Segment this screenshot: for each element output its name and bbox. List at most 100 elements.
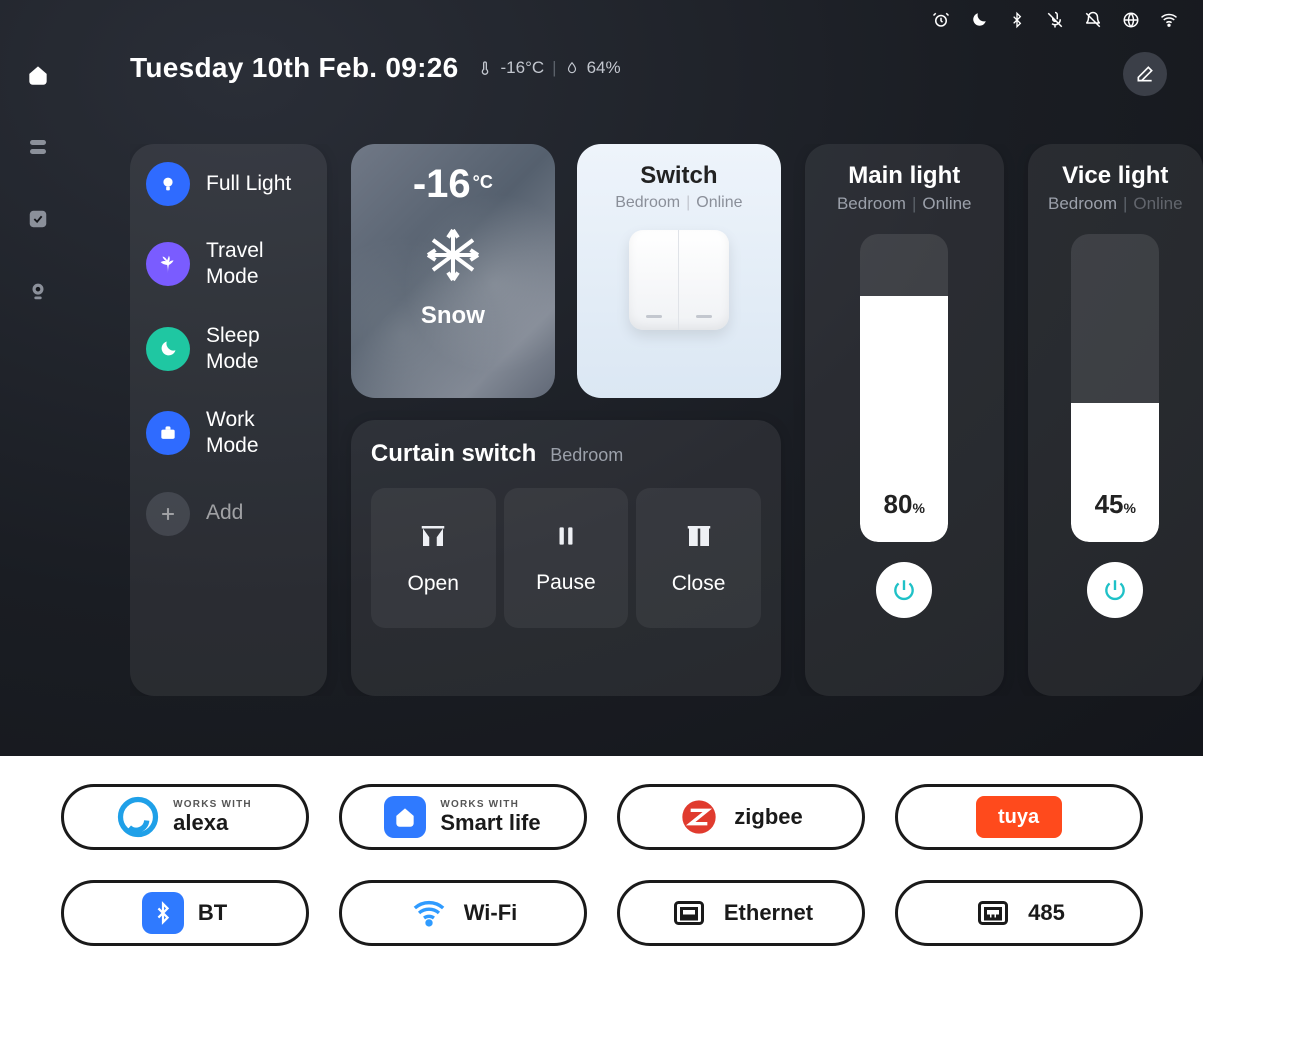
- curtain-open-button[interactable]: Open: [371, 488, 496, 628]
- curtain-open-icon: [416, 521, 450, 556]
- wifi-icon: [1159, 10, 1179, 30]
- scene-label: Work Mode: [206, 407, 311, 460]
- top-tiles: -16°C Snow Switch Bedroom|Online: [351, 144, 781, 398]
- curtain-open-label: Open: [408, 572, 459, 596]
- badge-label: zigbee: [734, 804, 802, 830]
- smartlife-icon: [384, 796, 426, 838]
- moon-icon: [969, 10, 989, 30]
- datetime-label: Tuesday 10th Feb. 09:26: [130, 52, 459, 84]
- badge-alexa: WORKS WITHalexa: [61, 784, 309, 850]
- tuya-icon: tuya: [976, 796, 1062, 838]
- temperature-label: -16°C: [501, 58, 545, 78]
- humidity-label: 64%: [587, 58, 621, 78]
- bell-off-icon: [1083, 10, 1103, 30]
- switch-subtitle: Bedroom|Online: [615, 194, 742, 212]
- scene-label: Add: [206, 500, 243, 526]
- badge-label: Ethernet: [724, 900, 813, 926]
- main-light-card: Main light Bedroom|Online 80%: [805, 144, 1004, 696]
- vice-light-card: Vice light Bedroom|Online 45%: [1028, 144, 1203, 696]
- badge-label: 485: [1028, 900, 1065, 926]
- badge-label: BT: [198, 900, 227, 926]
- light-subtitle: Bedroom|Online: [837, 194, 972, 214]
- middle-column: -16°C Snow Switch Bedroom|Online Curtain…: [351, 144, 781, 696]
- status-bar: [931, 10, 1179, 30]
- badge-label: Wi-Fi: [464, 900, 518, 926]
- curtain-pause-button[interactable]: Pause: [504, 488, 629, 628]
- edit-button[interactable]: [1123, 52, 1167, 96]
- light-subtitle: Bedroom|Online: [1048, 194, 1183, 214]
- zigbee-icon: [678, 796, 720, 838]
- curtain-pause-label: Pause: [536, 571, 596, 595]
- badge-ethernet: Ethernet: [617, 880, 865, 946]
- switch-card[interactable]: Switch Bedroom|Online: [577, 144, 781, 398]
- pencil-icon: [1135, 64, 1155, 84]
- badge-bt: BT: [61, 880, 309, 946]
- scene-work-mode[interactable]: Work Mode: [146, 407, 311, 460]
- power-icon: [1102, 577, 1128, 603]
- badge-tuya: tuya: [895, 784, 1143, 850]
- alexa-icon: [117, 796, 159, 838]
- scene-add[interactable]: Add: [146, 492, 311, 536]
- bluetooth-icon: [1007, 10, 1027, 30]
- weather-temp: -16°C: [413, 162, 493, 207]
- curtain-close-button[interactable]: Close: [636, 488, 761, 628]
- port485-icon: [972, 892, 1014, 934]
- scene-label: Travel Mode: [206, 238, 311, 291]
- nav-checklist[interactable]: [23, 204, 53, 234]
- curtain-close-icon: [683, 521, 715, 556]
- badge-row-2: BT Wi-Fi Ethernet 485: [30, 880, 1173, 946]
- curtain-card: Curtain switch Bedroom Open Pause Close: [351, 420, 781, 696]
- curtain-close-label: Close: [672, 572, 726, 596]
- brightness-fill: [1071, 403, 1159, 542]
- moon-icon: [146, 327, 190, 371]
- compatibility-badges: WORKS WITHalexa WORKS WITHSmart life zig…: [0, 756, 1203, 976]
- scene-sleep-mode[interactable]: Sleep Mode: [146, 323, 311, 376]
- curtain-room: Bedroom: [550, 445, 623, 466]
- switch-device-image: [629, 230, 729, 330]
- badge-485: 485: [895, 880, 1143, 946]
- brightness-percent: 80%: [860, 489, 948, 520]
- snowflake-icon: [423, 225, 483, 290]
- separator: |: [552, 58, 556, 78]
- scene-travel-mode[interactable]: Travel Mode: [146, 238, 311, 291]
- mic-off-icon: [1045, 10, 1065, 30]
- pause-icon: [553, 522, 579, 555]
- brightness-slider-vice[interactable]: 45%: [1071, 234, 1159, 542]
- side-nav: [20, 60, 56, 306]
- scene-full-light[interactable]: Full Light: [146, 162, 311, 206]
- power-button-main[interactable]: [876, 562, 932, 618]
- power-button-vice[interactable]: [1087, 562, 1143, 618]
- badge-zigbee: zigbee: [617, 784, 865, 850]
- brightness-slider-main[interactable]: 80%: [860, 234, 948, 542]
- alarm-icon: [931, 10, 951, 30]
- badge-wifi: Wi-Fi: [339, 880, 587, 946]
- badge-row-1: WORKS WITHalexa WORKS WITHSmart life zig…: [30, 784, 1173, 850]
- droplet-icon: [565, 60, 579, 76]
- ethernet-icon: [668, 892, 710, 934]
- plus-icon: [146, 492, 190, 536]
- weather-inline: -16°C | 64%: [477, 58, 621, 78]
- curtain-title: Curtain switch: [371, 440, 536, 468]
- content-row: Full Light Travel Mode Sleep Mode Work M…: [130, 144, 1203, 696]
- curtain-header: Curtain switch Bedroom: [371, 440, 761, 468]
- header: Tuesday 10th Feb. 09:26 -16°C | 64%: [130, 52, 621, 84]
- nav-controls[interactable]: [23, 132, 53, 162]
- curtain-controls: Open Pause Close: [371, 488, 761, 628]
- switch-title: Switch: [640, 162, 717, 190]
- brightness-percent: 45%: [1071, 489, 1159, 520]
- scene-label: Full Light: [206, 171, 291, 197]
- globe-icon: [1121, 10, 1141, 30]
- palm-icon: [146, 242, 190, 286]
- bulb-icon: [146, 162, 190, 206]
- weather-condition: Snow: [421, 302, 485, 330]
- nav-home[interactable]: [23, 60, 53, 90]
- scenes-card: Full Light Travel Mode Sleep Mode Work M…: [130, 144, 327, 696]
- light-title: Main light: [848, 162, 960, 190]
- bluetooth-icon: [142, 892, 184, 934]
- light-title: Vice light: [1062, 162, 1168, 190]
- badge-smartlife: WORKS WITHSmart life: [339, 784, 587, 850]
- briefcase-icon: [146, 411, 190, 455]
- scene-label: Sleep Mode: [206, 323, 311, 376]
- nav-camera[interactable]: [23, 276, 53, 306]
- weather-card[interactable]: -16°C Snow: [351, 144, 555, 398]
